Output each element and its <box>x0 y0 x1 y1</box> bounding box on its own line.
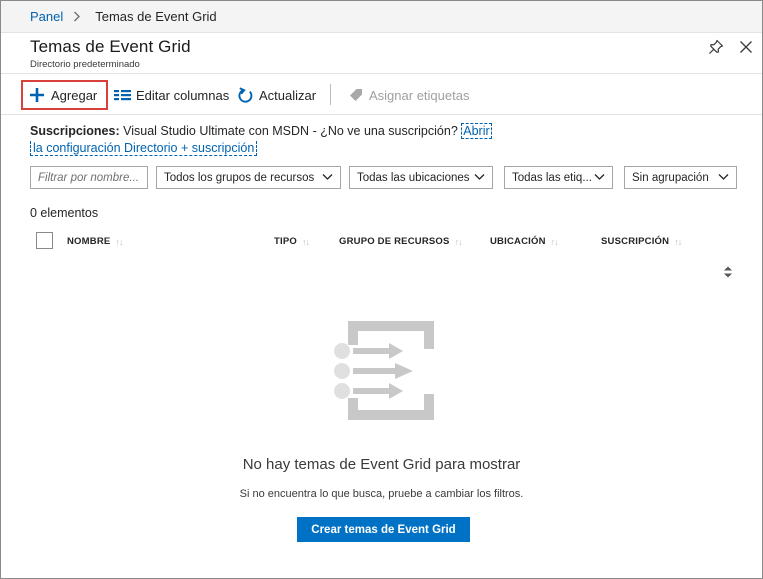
subscriptions-question: - ¿No ve una suscripción? <box>312 124 458 138</box>
refresh-button[interactable]: Actualizar <box>237 80 316 110</box>
grouping-value: Sin agrupación <box>632 171 709 184</box>
page-subtitle: Directorio predeterminado <box>30 59 140 70</box>
assign-tags-label: Asignar etiquetas <box>369 87 470 103</box>
resource-groups-value: Todos los grupos de recursos <box>164 171 315 184</box>
directory-settings-link[interactable]: la configuración Directorio + suscripció… <box>30 141 258 156</box>
tag-icon <box>350 89 362 101</box>
sort-icon: ↑↓ <box>301 236 310 247</box>
item-count: 0 elementos <box>30 206 99 220</box>
filter-by-name-input[interactable] <box>30 166 148 189</box>
chevron-down-icon <box>474 174 485 180</box>
resource-groups-dropdown[interactable]: Todos los grupos de recursos <box>156 166 341 189</box>
breadcrumb-home-link[interactable]: Panel <box>30 9 63 24</box>
sort-icon: ↑↓ <box>674 236 682 247</box>
column-header-subscription[interactable]: SUSCRIPCIÓN ↑↓ <box>601 236 682 247</box>
locations-value: Todas las ubicaciones <box>357 171 470 184</box>
toolbar-divider <box>330 84 331 105</box>
command-bar: Agregar Editar columnas Actualizar Asign… <box>1 73 762 115</box>
column-header-name[interactable]: NOMBRE ↑↓ <box>67 236 123 247</box>
column-header-location[interactable]: UBICACIÓN ↑↓ <box>490 236 559 247</box>
create-event-grid-topics-button[interactable]: Crear temas de Event Grid <box>297 517 470 542</box>
breadcrumb: Panel Temas de Event Grid <box>1 1 762 33</box>
grouping-dropdown[interactable]: Sin agrupación <box>624 166 737 189</box>
plus-icon <box>30 88 44 102</box>
close-icon[interactable] <box>737 38 755 56</box>
empty-state-title: No hay temas de Event Grid para mostrar <box>242 456 521 473</box>
pin-icon[interactable] <box>707 38 725 56</box>
refresh-label: Actualizar <box>259 87 317 103</box>
open-directory-settings-link[interactable]: Abrir <box>461 123 492 139</box>
chevron-down-icon <box>322 174 333 180</box>
add-button-label: Agregar <box>51 87 98 103</box>
event-grid-empty-icon <box>331 321 437 422</box>
chevron-right-icon <box>73 10 87 24</box>
locations-dropdown[interactable]: Todas las ubicaciones <box>349 166 493 189</box>
edit-columns-button[interactable]: Editar columnas <box>114 80 229 110</box>
refresh-icon <box>238 86 253 103</box>
sort-icon: ↑↓ <box>454 236 463 247</box>
blade: Panel Temas de Event Grid Temas de Event… <box>0 0 763 579</box>
chevron-down-icon <box>718 174 729 180</box>
column-header-label: TIPO <box>274 236 297 247</box>
edit-columns-label: Editar columnas <box>136 87 230 103</box>
subscriptions-label: Suscripciones: <box>30 124 120 138</box>
scroll-arrows-icon[interactable] <box>721 264 735 280</box>
column-header-label: GRUPO DE RECURSOS <box>339 236 450 247</box>
assign-tags-button: Asignar etiquetas <box>348 80 469 110</box>
subscriptions-value: Visual Studio Ultimate con MSDN <box>123 124 310 138</box>
tags-dropdown[interactable]: Todas las etiq... <box>504 166 613 189</box>
column-header-resource-group[interactable]: GRUPO DE RECURSOS ↑↓ <box>339 236 463 247</box>
sort-icon: ↑↓ <box>550 236 559 247</box>
column-header-label: SUSCRIPCIÓN <box>601 236 670 247</box>
column-header-label: UBICACIÓN <box>490 236 546 247</box>
empty-state-hint: Si no encuentra lo que busca, pruebe a c… <box>239 488 524 500</box>
breadcrumb-current: Temas de Event Grid <box>95 9 217 24</box>
select-all-checkbox[interactable] <box>36 232 53 249</box>
columns-icon <box>114 90 131 101</box>
chevron-down-icon <box>594 174 605 180</box>
add-button[interactable]: Agregar <box>21 80 108 110</box>
page-title: Temas de Event Grid <box>30 37 191 56</box>
tags-value: Todas las etiq... <box>512 171 592 184</box>
sort-icon: ↑↓ <box>115 236 123 247</box>
subscriptions-filter-text: Suscripciones: Visual Studio Ultimate co… <box>30 123 492 139</box>
column-header-label: NOMBRE <box>67 236 111 247</box>
column-header-type[interactable]: TIPO ↑↓ <box>274 236 310 247</box>
